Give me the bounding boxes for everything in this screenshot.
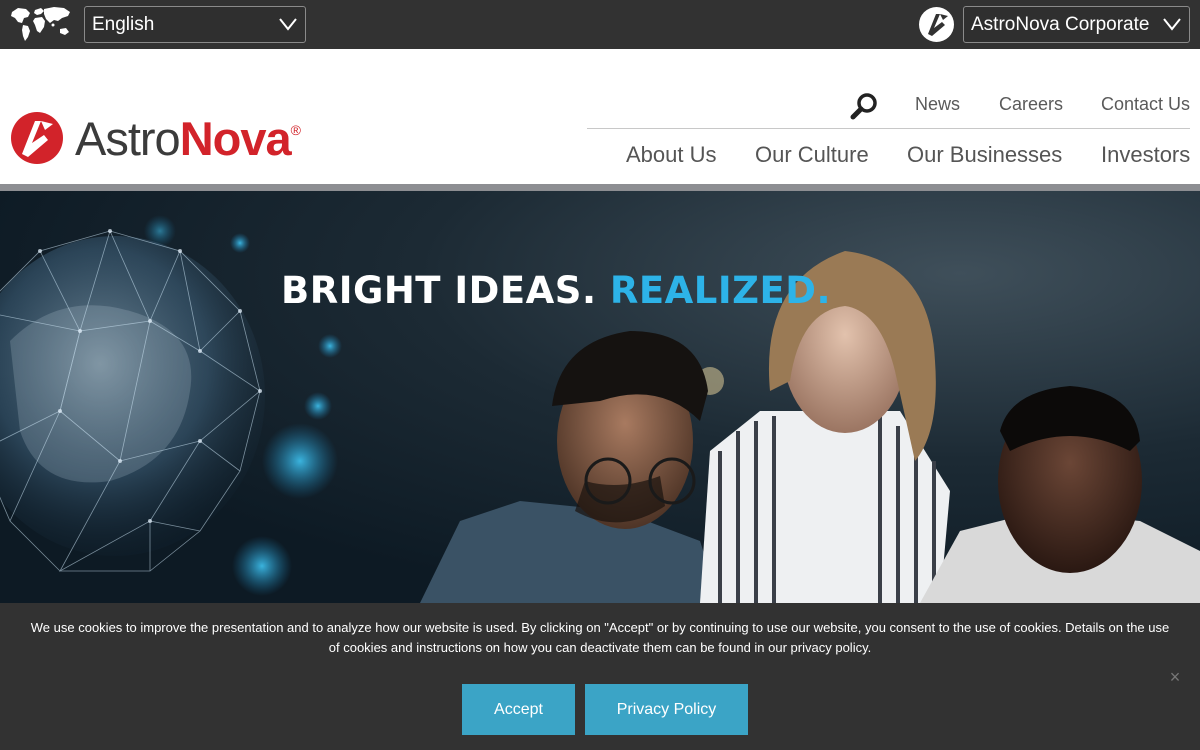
- nav-about-us[interactable]: About Us: [626, 142, 717, 168]
- nav-news[interactable]: News: [915, 94, 960, 115]
- hero-headline-part1: BRIGHT IDEAS.: [281, 269, 597, 312]
- close-icon[interactable]: ×: [1167, 668, 1183, 686]
- logo-astro: Astro: [75, 112, 181, 165]
- privacy-policy-button[interactable]: Privacy Policy: [585, 684, 748, 735]
- site-header: AstroNova® News Careers Contact Us About…: [0, 49, 1200, 184]
- cookie-consent-bar: We use cookies to improve the presentati…: [0, 603, 1200, 750]
- logo-wordmark: AstroNova®: [75, 112, 301, 165]
- hero-banner: BRIGHT IDEAS. REALIZED.: [0, 191, 1200, 603]
- language-select-value: English: [92, 13, 155, 35]
- top-bar: English AstroNova Corporate: [0, 0, 1200, 49]
- logo-registered: ®: [290, 122, 301, 138]
- astronova-mark-icon: [919, 7, 954, 42]
- nav-careers[interactable]: Careers: [999, 94, 1063, 115]
- site-select[interactable]: AstroNova Corporate: [963, 6, 1190, 43]
- accept-button[interactable]: Accept: [462, 684, 575, 735]
- search-icon[interactable]: [850, 92, 878, 120]
- nav-divider: [587, 128, 1190, 129]
- nav-our-businesses[interactable]: Our Businesses: [907, 142, 1062, 168]
- nav-investors[interactable]: Investors: [1101, 142, 1190, 168]
- nav-contact-us[interactable]: Contact Us: [1101, 94, 1190, 115]
- hero-image: [0, 215, 1200, 603]
- astronova-logo[interactable]: AstroNova®: [9, 111, 301, 166]
- hero-headline-part2: REALIZED.: [609, 269, 832, 312]
- chevron-down-icon: [279, 18, 297, 31]
- cookie-notice-text: We use cookies to improve the presentati…: [30, 620, 1170, 655]
- astronova-logo-mark-icon: [11, 112, 63, 164]
- hero-headline: BRIGHT IDEAS. REALIZED.: [281, 269, 831, 312]
- site-select-value: AstroNova Corporate: [971, 13, 1150, 35]
- world-map-icon: [11, 7, 70, 41]
- chevron-down-icon: [1163, 18, 1181, 31]
- header-divider-strip: [0, 184, 1200, 191]
- nav-our-culture[interactable]: Our Culture: [755, 142, 869, 168]
- logo-nova: Nova: [179, 112, 292, 165]
- language-select[interactable]: English: [84, 6, 306, 43]
